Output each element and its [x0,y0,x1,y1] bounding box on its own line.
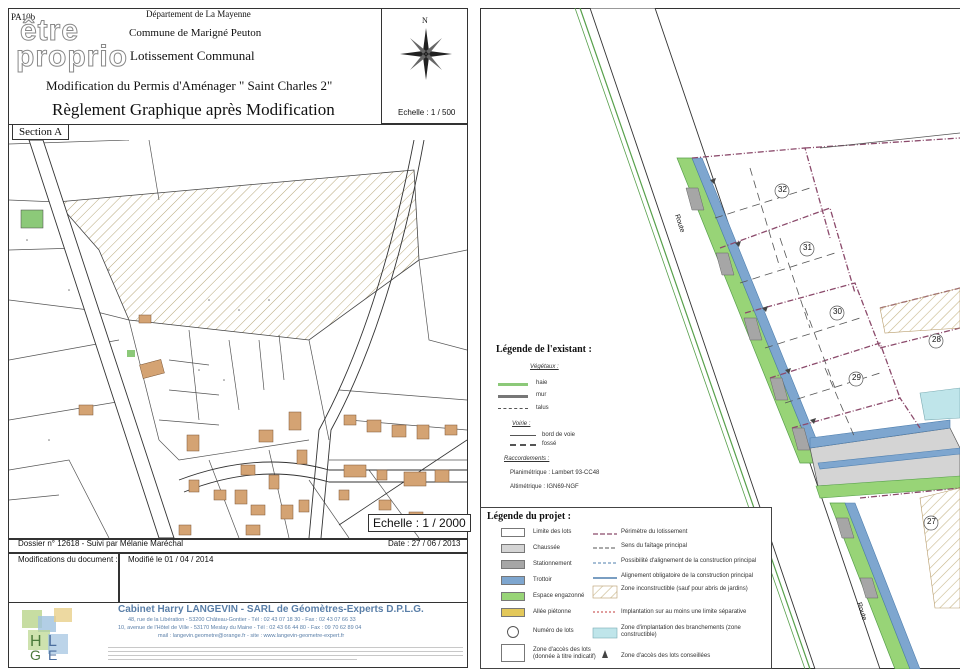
department: Département de La Mayenne [146,9,251,19]
right-sheet: 32 31 30 29 28 27 Route Route Légende de… [480,8,960,669]
lot-number: 31 [803,243,812,252]
commune: Commune de Marigné Peuton [129,27,262,39]
scale-bottom: Echelle : 1 / 2000 [368,514,471,532]
modification-title: Modification du Permis d'Aménager " Sain… [46,78,333,93]
altimetrique-text: Altimétrique : IGN69-NGF [510,484,579,490]
legend-item: talus [536,405,549,411]
legend-item: Allée piétonne [533,609,572,615]
access-zone-icon [501,644,525,662]
cabinet-line1: 48, rue de la Libération - 53200 Château… [128,617,356,623]
legend-item: Numéro de lots [533,628,574,634]
legend-swatch [501,544,525,553]
ditch-symbol [510,444,536,446]
cabinet-name: Cabinet Harry LANGEVIN - SARL de Géomètr… [118,604,424,615]
legend-existant-title: Légende de l'existant : [496,344,592,355]
legend-item: Zone d'accès des lots conseillées [621,653,711,659]
legend-swatch [501,528,525,537]
cabinet-logo: H L G E [22,608,72,662]
talus-symbol [498,408,528,412]
legend-item: Sens du faîtage principal [621,543,688,549]
legend-item: Limite des lots [533,529,572,535]
legend-item: Zone d'implantation des branchements (zo… [621,625,741,639]
dossier-text: Dossier n° 12618 - Suivi par Mélanie Mar… [18,539,184,548]
north-label: N [422,16,428,25]
legend-swatch [501,608,525,617]
legend-item: Stationnement [533,561,572,567]
cadastral-plan [9,140,467,538]
modifications-label: Modifications du document : [18,555,118,564]
legend-item: Trottoir [533,577,552,583]
section-label: Section A [12,124,70,140]
legend-item: bord de voie [542,432,576,438]
left-sheet: PA10b Département de La Mayenne Commune … [8,8,471,668]
legend-item: haie [536,380,548,386]
wall-symbol [498,395,528,398]
scale-top: Echelle : 1 / 500 [398,108,456,117]
lotissement: Lotissement Communal [130,48,255,63]
legend-item: Alignement obligatoire de la constructio… [621,573,754,579]
page-title: Règlement Graphique après Modification [52,100,335,119]
modifications-divider [118,553,120,603]
cabinet-line3: mail : langevin.geometre@orange.fr - sit… [158,633,345,639]
voirie-label: Voirie : [512,421,531,427]
legend-swatch [501,592,525,601]
legend-item: Périmètre du lotissement [621,529,688,535]
legend-swatch [501,576,525,585]
lot-number: 29 [852,373,861,382]
legend-swatch [501,560,525,569]
legend-projet: Légende du projet : Limite des lots Chau… [480,507,772,669]
fine-print [108,644,463,663]
modifications-value: Modifié le 01 / 04 / 2014 [128,555,214,564]
legend-item: mur [536,392,547,398]
legend-item: fossé [542,441,557,447]
legend-item: Implantation sur au moins une limite sép… [621,609,747,615]
legend-line-symbols [592,533,618,658]
hedge-symbol [498,383,528,386]
legend-item: Possibilité d'alignement de la construct… [621,558,757,564]
lot-number-icon [507,626,519,638]
lot-number: 32 [778,185,787,194]
planimetrique-text: Planimétrique : Lambert 93-CC48 [510,470,600,476]
cabinet-line2: 10, avenue de l'Hôtel de Ville - 53170 M… [118,625,362,631]
lot-number: 30 [833,307,842,316]
svg-text:G: G [30,647,41,662]
legend-projet-title: Légende du projet : [487,511,571,522]
lot-number: 27 [927,517,936,526]
svg-text:E: E [48,647,57,662]
vegetaux-label: Végétaux : [530,364,559,370]
raccordements-label: Raccordements : [504,456,550,462]
legend-item: Chaussée [533,545,561,551]
watermark-line2: proprio [16,40,128,74]
lot-number: 28 [932,335,941,344]
legend-item: Zone inconstructible (sauf pour abris de… [621,586,748,592]
compass-rose-icon [400,28,452,80]
road-edge-symbol [510,435,536,436]
legend-existant: Légende de l'existant : Végétaux : haie … [490,338,680,498]
date-text: Date : 27 / 06 / 2013 [388,539,461,548]
legend-item: Espace engazonné [533,593,585,599]
